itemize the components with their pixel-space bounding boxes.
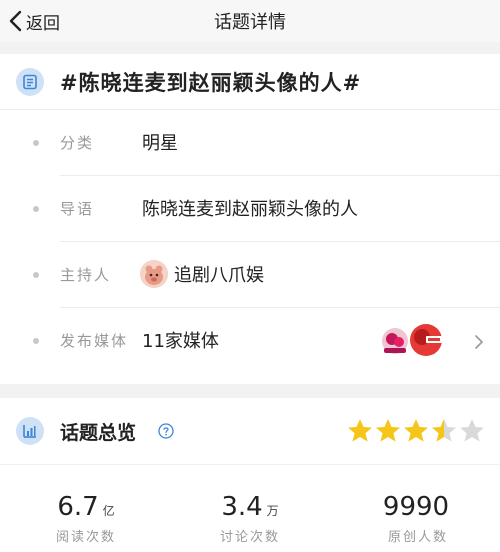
stat-reads: 6.7 亿 阅读次数 [16, 492, 156, 545]
chevron-right-icon[interactable] [474, 334, 484, 350]
overview-title: 话题总览 [60, 422, 137, 444]
bullet-dot [33, 338, 39, 344]
stat-unit: 万 [266, 504, 279, 518]
star-icon [376, 419, 400, 442]
media-logo [382, 328, 408, 354]
chart-icon [16, 417, 44, 445]
stat-value: 6.7 [57, 492, 99, 522]
category-label: 分类 [60, 134, 95, 152]
host-value[interactable]: 追剧八爪娱 [174, 261, 264, 287]
star-icon [404, 419, 428, 442]
guide-row: 导语 陈晓连麦到赵丽颖头像的人 [0, 176, 500, 242]
avatar[interactable] [140, 260, 168, 288]
category-value: 明星 [142, 133, 178, 154]
bullet-dot [33, 272, 39, 278]
bullet-dot [33, 140, 39, 146]
nav-bar: 返回 话题详情 [0, 0, 500, 42]
host-row[interactable]: 主持人 追剧八爪娱 [0, 242, 500, 308]
media-label: 发布媒体 [60, 332, 129, 350]
divider [0, 464, 500, 465]
topic-title: #陈晓连麦到赵丽颖头像的人# [60, 71, 362, 95]
help-icon[interactable] [158, 423, 174, 439]
stat-value: 3.4 [221, 492, 263, 522]
topic-list-icon [16, 68, 44, 96]
stat-label: 原创人数 [387, 530, 448, 545]
topic-overview-card: 话题总览 6.7 亿 阅读次数 3.4 万 讨论次数 9990 原创人数 [0, 398, 500, 552]
guide-label: 导语 [60, 200, 95, 218]
page-title: 话题详情 [214, 12, 286, 33]
media-value: 11家媒体 [142, 331, 219, 352]
star-icon [348, 419, 372, 442]
stat-unit: 亿 [102, 504, 115, 518]
bullet-dot [33, 206, 39, 212]
overview-header: 话题总览 [0, 398, 500, 464]
topic-detail-card: #陈晓连麦到赵丽颖头像的人# 分类 明星 导语 陈晓连麦到赵丽颖头像的人 主持人 [0, 54, 500, 384]
stat-value: 9990 [382, 492, 450, 522]
guide-value: 陈晓连麦到赵丽颖头像的人 [142, 199, 358, 220]
stat-discussions: 3.4 万 讨论次数 [180, 492, 320, 545]
stat-label: 阅读次数 [55, 530, 116, 545]
star-icon [432, 419, 456, 442]
media-logo [410, 324, 442, 356]
host-label: 主持人 [60, 266, 112, 284]
media-row[interactable]: 发布媒体 11家媒体 [0, 308, 500, 374]
topic-header: #陈晓连麦到赵丽颖头像的人# [0, 54, 500, 108]
category-row: 分类 明星 [0, 110, 500, 176]
stat-label: 讨论次数 [219, 530, 280, 545]
stat-creators: 9990 原创人数 [348, 492, 488, 545]
rating-stars [346, 417, 486, 445]
star-icon [460, 419, 484, 442]
